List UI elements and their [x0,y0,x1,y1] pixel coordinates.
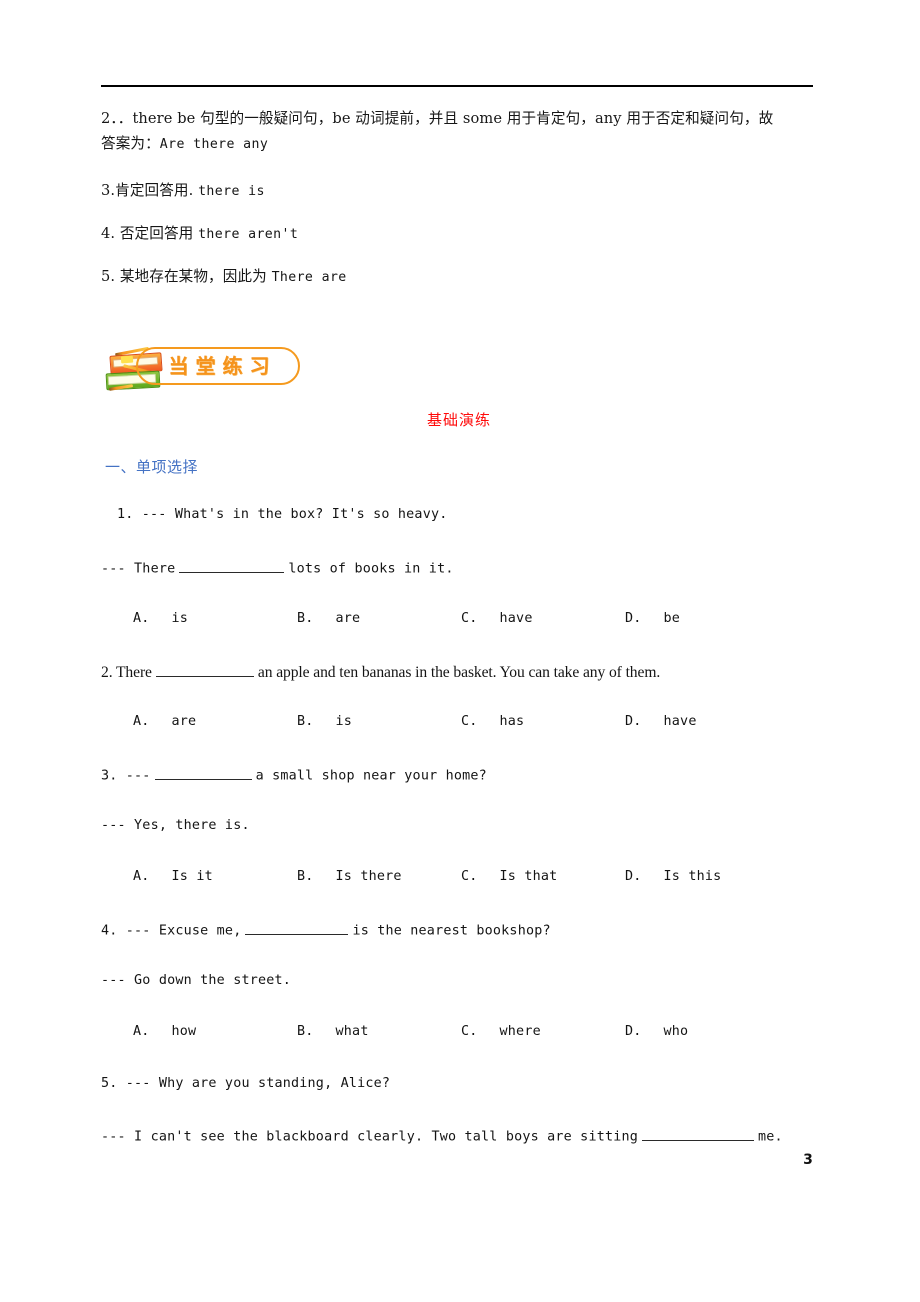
option-value: has [499,714,525,729]
practice-banner: 当堂练习 [103,340,308,398]
option-value: have [499,611,533,626]
question-1-option-d[interactable]: D. be [625,611,680,626]
option-letter: D. [625,869,642,884]
explanation-item-3: 3.肯定回答用. there is [101,178,817,204]
question-3-option-b[interactable]: B. Is there [297,869,402,884]
question-4-blank[interactable] [245,921,349,935]
question-2-option-b[interactable]: B. is [297,714,352,729]
option-value: where [499,1024,541,1039]
option-value: are [171,714,197,729]
question-3-stem-line2: --- Yes, there is. [101,818,250,833]
option-value: Is it [171,869,213,884]
option-letter: C. [461,869,478,884]
option-letter: A. [133,714,150,729]
question-1-stem-line1: 1. --- What's in the box? It's so heavy. [117,507,448,522]
option-value: have [663,714,697,729]
option-letter: A. [133,611,150,626]
explanation-item-4: 4. 否定回答用 there aren't [101,221,817,247]
question-1-option-c[interactable]: C. have [461,611,533,626]
explanation-item-4-cn: 4. 否定回答用 [101,225,194,242]
section-subtitle: 基础演练 [426,411,491,429]
question-5-stem-line1: 5. --- Why are you standing, Alice? [101,1076,391,1091]
question-3-stem-line1: 3. --- a small shop near your home? [101,766,817,784]
option-value: is [335,714,353,729]
option-letter: D. [625,1024,642,1039]
question-3-option-d[interactable]: D. Is this [625,869,721,884]
document-page: 2．．there be 句型的一般疑问句，be 动词提前，并且 some 用于肯… [0,0,920,1302]
question-2-blank[interactable] [155,661,254,677]
option-value: is [171,611,189,626]
explanation-item-5-cn: 5. 某地存在某物，因此为 [101,268,267,285]
option-value: how [171,1024,197,1039]
question-1-text-before: --- There [101,561,176,577]
option-value: be [663,611,681,626]
explanation-item-5-en: There are [271,270,347,285]
explanation-item-4-en: there aren't [198,227,299,242]
part-one-heading: 一、单项选择 [105,458,199,476]
question-5-blank[interactable] [642,1127,755,1141]
option-letter: D. [625,714,642,729]
option-letter: A. [133,869,150,884]
question-4-option-a[interactable]: A. how [133,1024,196,1039]
question-2-option-a[interactable]: A. are [133,714,196,729]
question-2-options: A. are B. is C. has D. have [101,714,817,736]
question-3-options: A. Is it B. Is there C. Is that D. Is this [101,869,817,891]
explanation-item-5: 5. 某地存在某物，因此为 There are [101,264,817,290]
option-value: Is there [335,869,402,884]
option-letter: B. [297,714,314,729]
question-4-options: A. how B. what C. where D. who [101,1024,817,1046]
explanation-item-2-answer: Are there any [159,137,269,152]
option-letter: A. [133,1024,150,1039]
question-2-text-before: 2. There [101,663,152,681]
question-2-stem: 2. There an apple and ten bananas in the … [101,661,817,682]
question-2-text-after: an apple and ten bananas in the basket. … [257,663,661,681]
question-1-options: A. is B. are C. have D. be [101,611,817,633]
banner-title: 当堂练习 [168,354,277,378]
question-4-option-d[interactable]: D. who [625,1024,688,1039]
question-4-text-after: is the nearest bookshop? [352,923,551,939]
option-value: Is that [499,869,558,884]
question-2-option-c[interactable]: C. has [461,714,524,729]
question-3-text-before: 3. --- [101,768,151,784]
option-letter: B. [297,611,314,626]
option-letter: B. [297,869,314,884]
option-letter: B. [297,1024,314,1039]
question-4-text-before: 4. --- Excuse me, [101,923,242,939]
explanation-item-2-line2: 答案为：Are there any [101,131,817,157]
question-5-stem-line2: --- I can't see the blackboard clearly. … [101,1127,817,1145]
option-value: Is this [663,869,722,884]
question-3-option-c[interactable]: C. Is that [461,869,557,884]
option-letter: C. [461,714,478,729]
question-4-stem-line1: 4. --- Excuse me, is the nearest bookshop… [101,921,817,939]
explanation-item-3-cn: 3.肯定回答用. [101,182,194,199]
orange-book-label [120,355,134,364]
header-rule [101,85,813,87]
option-value: what [335,1024,369,1039]
question-3-blank[interactable] [154,766,252,780]
explanation-item-3-en: there is [198,184,265,199]
option-value: who [663,1024,689,1039]
option-value: are [335,611,361,626]
question-2-option-d[interactable]: D. have [625,714,697,729]
question-5-text-before: --- I can't see the blackboard clearly. … [101,1129,639,1145]
question-5-text-after: me. [758,1129,783,1145]
page-number: 3 [803,1152,813,1168]
question-1-stem-line2: --- There lots of books in it. [101,559,817,577]
question-1-option-a[interactable]: A. is [133,611,188,626]
question-4-option-c[interactable]: C. where [461,1024,541,1039]
question-1-option-b[interactable]: B. are [297,611,360,626]
question-1-text-after: lots of books in it. [288,561,454,577]
explanation-item-2-line1: 2．．there be 句型的一般疑问句，be 动词提前，并且 some 用于肯… [101,110,774,127]
explanation-item-2: 2．．there be 句型的一般疑问句，be 动词提前，并且 some 用于肯… [101,106,817,157]
option-letter: D. [625,611,642,626]
question-4-option-b[interactable]: B. what [297,1024,369,1039]
question-4-stem-line2: --- Go down the street. [101,973,292,988]
option-letter: C. [461,611,478,626]
explanation-item-2-prefix: 答案为： [101,135,160,152]
question-3-option-a[interactable]: A. Is it [133,869,213,884]
question-3-text-after: a small shop near your home? [255,768,487,784]
question-1-blank[interactable] [179,559,285,573]
option-letter: C. [461,1024,478,1039]
